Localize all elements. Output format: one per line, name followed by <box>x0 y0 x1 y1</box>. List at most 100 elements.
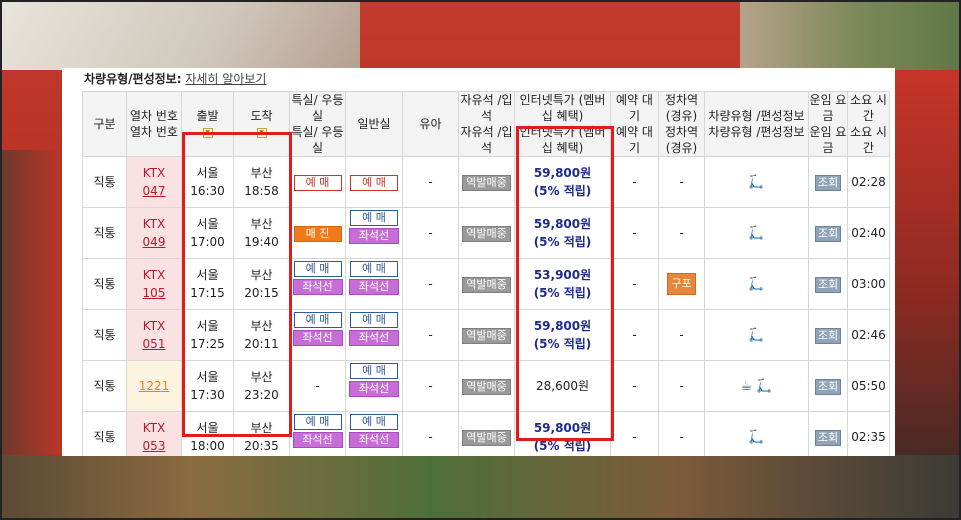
header-label: 예약 대기 <box>616 93 653 123</box>
seat-select-button[interactable]: 좌석선택 <box>292 279 343 307</box>
cafe-cup-icon[interactable]: ☕ <box>741 379 753 394</box>
header-label: 자유석 /입석 <box>460 125 513 155</box>
header-label: 특실/ 우등실 <box>291 125 344 155</box>
special-class-cell: 예 매좌석선택 <box>289 309 346 361</box>
train-number-link[interactable]: 1221 <box>139 379 170 393</box>
train-number-cell: KTX 105 <box>126 258 182 310</box>
seat-select-button[interactable]: 좌석선택 <box>349 330 399 358</box>
train-kind: 직통 <box>82 309 127 361</box>
reserve-button[interactable]: 예 매 <box>350 363 398 379</box>
header-label: 정차역 (경유) <box>664 125 699 155</box>
general-class-cell: 예 매좌석선택 <box>345 360 403 412</box>
fare-lookup-button[interactable]: 조회 <box>814 378 842 395</box>
empty-value: - <box>679 226 684 240</box>
seat-select-button[interactable]: 좌석선택 <box>349 228 399 256</box>
empty-value: - <box>679 379 684 393</box>
waitlist-cell: - <box>610 360 659 412</box>
train-type: KTX <box>142 421 166 435</box>
train-number-link[interactable]: 051 <box>143 337 166 351</box>
train-number-link[interactable]: 047 <box>143 184 166 198</box>
sold-out-button[interactable]: 매 진 <box>293 225 342 242</box>
fare-lookup-button[interactable]: 조회 <box>814 225 842 242</box>
fare-lookup-button[interactable]: 조회 <box>814 174 842 191</box>
price-highlight-box <box>516 126 614 441</box>
col-train-no-header: 열차 번호 열차 번호 <box>126 91 182 157</box>
vehicle-cell: 🛴 <box>704 309 809 361</box>
col-waitlist-header: 예약 대기 예약 대기 <box>610 91 659 157</box>
departure-time: 18:00 <box>190 439 225 453</box>
reserve-button[interactable]: 예 매 <box>350 261 398 277</box>
stop-station-button[interactable]: 구포 <box>667 273 696 295</box>
seat-select-button[interactable]: 좌석선택 <box>349 432 399 456</box>
fare-cell: 조회 <box>808 258 848 310</box>
arrival-time: 20:35 <box>244 439 279 453</box>
reserve-button[interactable]: 예 매 <box>350 414 398 430</box>
train-number-cell: 1221 <box>126 360 182 412</box>
vehicle-cell: 🛴 <box>704 156 809 208</box>
vehicle-info-title: 차량유형/편성정보: <box>84 72 182 86</box>
waitlist-cell: - <box>610 309 659 361</box>
header-label: 열차 번호 <box>130 125 178 139</box>
header-label: 특실/ 우등실 <box>291 93 344 123</box>
duration-cell: 03:00 <box>847 258 890 310</box>
header-label: 차량유형 /편성정보 <box>708 125 805 139</box>
train-number-cell: KTX 053 <box>126 411 182 456</box>
train-kind: 직통 <box>82 258 127 310</box>
fare-cell: 조회 <box>808 207 848 259</box>
reserve-button[interactable]: 예 매 <box>350 210 398 226</box>
stops-cell: - <box>658 411 705 456</box>
general-class-cell: 예 매좌석선택 <box>345 309 403 361</box>
header-label: 도착 <box>250 109 273 123</box>
general-class-cell: 예 매좌석선택 <box>345 207 403 259</box>
free-seat-cell: 역발매중 <box>458 360 515 412</box>
train-type: KTX <box>142 166 166 180</box>
infant-cell: - <box>402 207 459 259</box>
train-number-link[interactable]: 053 <box>143 439 166 453</box>
stops-cell: - <box>658 156 705 208</box>
station-sale-badge: 역발매중 <box>462 174 511 191</box>
reserve-button[interactable]: 예 매 <box>293 414 342 430</box>
seat-select-button[interactable]: 좌석선택 <box>349 381 399 409</box>
train-type: KTX <box>142 319 166 333</box>
col-vehicle-header: 차량유형 /편성정보 차량유형 /편성정보 <box>704 91 809 157</box>
fare-cell: 조회 <box>808 411 848 456</box>
reserve-button[interactable]: 예 매 <box>350 312 398 328</box>
station-sale-badge: 역발매중 <box>462 429 511 446</box>
scooter-icon[interactable]: 🛴 <box>748 328 764 343</box>
reserve-button[interactable]: 예 매 <box>350 174 398 191</box>
duration-cell: 02:35 <box>847 411 890 456</box>
station-sale-badge: 역발매중 <box>462 378 511 395</box>
train-type: KTX <box>142 268 166 282</box>
header-label: 자유석 /입석 <box>460 93 513 123</box>
fare-lookup-button[interactable]: 조회 <box>814 327 842 344</box>
train-kind: 직통 <box>82 207 127 259</box>
train-kind: 직통 <box>82 411 127 456</box>
special-class-cell: 예 매 <box>289 156 346 208</box>
reserve-button[interactable]: 예 매 <box>293 174 342 191</box>
waitlist-cell: - <box>610 207 659 259</box>
special-class-cell: 예 매좌석선택 <box>289 411 346 456</box>
scooter-icon[interactable]: 🛴 <box>748 175 764 190</box>
scooter-icon[interactable]: 🛴 <box>748 277 764 292</box>
scooter-icon[interactable]: 🛴 <box>748 226 764 241</box>
fare-lookup-button[interactable]: 조회 <box>814 276 842 293</box>
train-number-link[interactable]: 049 <box>143 235 166 249</box>
special-class-cell: 매 진 <box>289 207 346 259</box>
stops-cell: - <box>658 207 705 259</box>
scooter-icon[interactable]: 🛴 <box>748 430 764 445</box>
time-highlight-box <box>182 132 292 437</box>
seat-select-button[interactable]: 좌석선택 <box>349 279 399 307</box>
fare-lookup-button[interactable]: 조회 <box>814 429 842 446</box>
seat-select-button[interactable]: 좌석선택 <box>292 330 343 358</box>
reserve-button[interactable]: 예 매 <box>293 261 342 277</box>
learn-more-link[interactable]: 자세히 알아보기 <box>185 72 266 86</box>
infant-cell: - <box>402 360 459 412</box>
scooter-icon[interactable]: 🛴 <box>756 379 772 394</box>
col-duration-header: 소요 시간 소요 시간 <box>847 91 890 157</box>
col-stops-header: 정차역 (경유) 정차역 (경유) <box>658 91 705 157</box>
reserve-button[interactable]: 예 매 <box>293 312 342 328</box>
train-number-link[interactable]: 105 <box>143 286 166 300</box>
general-class-cell: 예 매좌석선택 <box>345 411 403 456</box>
vehicle-cell: 🛴 <box>704 207 809 259</box>
seat-select-button[interactable]: 좌석선택 <box>292 432 343 456</box>
